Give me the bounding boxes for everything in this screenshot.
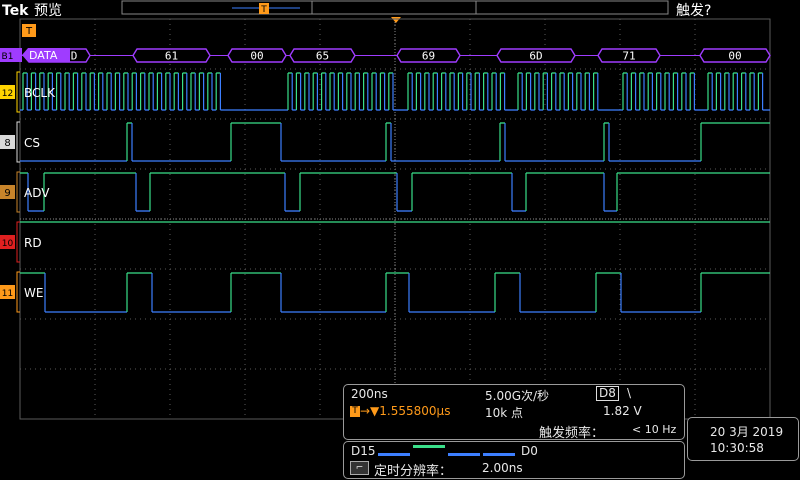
trigger-point-icon[interactable] (391, 17, 401, 23)
channel-badge-label: 10 (2, 239, 14, 249)
channel-badge-we[interactable]: 11 WE (0, 271, 43, 313)
delay-arrow-icon: →▼ (360, 404, 380, 418)
channel-badge-label: 8 (4, 138, 10, 149)
trigger-position-marker[interactable]: T (22, 24, 36, 37)
channel-name: ADV (24, 186, 50, 200)
channel-badge-label: B1 (2, 52, 14, 62)
data-bus-waveform: D 61 00 65 69 6D 71 00 (20, 48, 771, 63)
channel-badge-adv[interactable]: 9 ADV (0, 171, 50, 213)
trigger-slope-icon: \ (627, 386, 632, 400)
timing-resolution-value: 2.00ns (482, 461, 523, 475)
clock-date: 20 3月 2019 (710, 425, 784, 439)
channel-badge-data[interactable]: B1 DATA (0, 48, 70, 62)
digital-bar-3 (448, 453, 480, 456)
sample-rate-value: 5.00G次/秒 (485, 389, 550, 403)
timebase-value[interactable]: 200ns (351, 387, 388, 401)
bus-value: 00 (250, 50, 263, 63)
digital-bar-4 (483, 453, 515, 456)
channel-name: RD (24, 236, 42, 250)
delay-trigger-icon: T (350, 406, 360, 417)
trigger-frequency-label: 触发频率： (539, 426, 605, 441)
trigger-level-value: 1.82 V (603, 404, 642, 418)
record-length-value: 10k 点 (485, 406, 524, 420)
channel-badge-label: 9 (4, 188, 10, 199)
acquisition-mode: 预览 (34, 3, 62, 19)
bus-value: D (71, 50, 78, 63)
record-trigger-letter: T (260, 5, 267, 15)
clock-time: 10:30:58 (710, 441, 764, 455)
brand-logo: Tek (2, 3, 29, 19)
acquisition-panel[interactable]: 200ns 5.00G次/秒 D8 \ T →▼1.555800µs 10k 点 … (343, 384, 685, 441)
bus-value: 65 (316, 50, 329, 63)
channel-name: WE (24, 286, 43, 300)
channel-badge-label: 11 (2, 289, 13, 299)
timing-resolution-label: 定时分辨率： (374, 464, 453, 479)
digital-bar-2 (413, 445, 445, 448)
channel-badge-rd[interactable]: 10 RD (0, 221, 42, 263)
channel-name: CS (24, 136, 40, 150)
record-view-bar[interactable]: T (121, 0, 669, 15)
trigger-marker-label: T (25, 26, 33, 37)
bus-value: 00 (728, 50, 741, 63)
bus-value: 71 (622, 50, 635, 63)
digital-high-label: D15 (351, 444, 376, 458)
clock-panel[interactable]: 20 3月 2019 10:30:58 (687, 417, 799, 461)
channel-name: BCLK (24, 86, 56, 100)
bus-value: 69 (422, 50, 435, 63)
trigger-delay-value: 1.555800µs (379, 404, 451, 418)
trigger-source-badge[interactable]: D8 (596, 386, 619, 401)
bus-value: 61 (165, 50, 178, 63)
digital-bar-1 (378, 453, 410, 456)
channel-name: DATA (29, 49, 58, 62)
bus-value: 6D (529, 50, 542, 63)
digital-low-label: D0 (521, 444, 538, 458)
trigger-delay-row[interactable]: T →▼1.555800µs (350, 404, 450, 418)
digital-channels-panel[interactable]: D15 D0 ⌐ 定时分辨率： 2.00ns (343, 441, 685, 479)
timing-resolution-icon: ⌐ (350, 461, 369, 475)
trigger-frequency-value: < 10 Hz (632, 423, 677, 436)
channel-badge-label: 12 (2, 89, 13, 99)
trigger-status: 触发? (676, 3, 711, 19)
